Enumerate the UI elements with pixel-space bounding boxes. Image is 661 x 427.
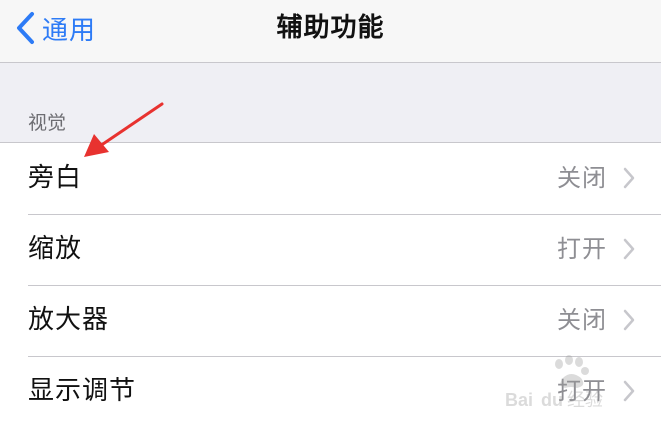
list-item-label: 旁白 (28, 163, 83, 193)
list-item-display-accommodations[interactable]: 显示调节 打开 (0, 356, 661, 427)
settings-list: 旁白 关闭 缩放 打开 放大器 关闭 显示调节 打开 (0, 142, 661, 427)
chevron-right-icon (623, 167, 635, 189)
list-item-voiceover[interactable]: 旁白 关闭 (0, 143, 661, 214)
list-item-value: 打开 (557, 235, 607, 263)
navigation-bar: 通用 辅助功能 (0, 0, 661, 63)
list-item-value: 关闭 (557, 306, 607, 334)
chevron-right-icon (623, 238, 635, 260)
chevron-right-icon (623, 309, 635, 331)
list-item-magnifier[interactable]: 放大器 关闭 (0, 285, 661, 356)
list-item-value: 关闭 (557, 164, 607, 192)
list-item-label: 放大器 (28, 305, 110, 335)
list-item-label: 显示调节 (28, 376, 137, 406)
list-item-zoom[interactable]: 缩放 打开 (0, 214, 661, 285)
list-item-value: 打开 (557, 377, 607, 405)
chevron-right-icon (623, 380, 635, 402)
page-title: 辅助功能 (276, 13, 385, 43)
section-header-vision: 视觉 (28, 112, 67, 134)
list-item-label: 缩放 (28, 234, 83, 264)
